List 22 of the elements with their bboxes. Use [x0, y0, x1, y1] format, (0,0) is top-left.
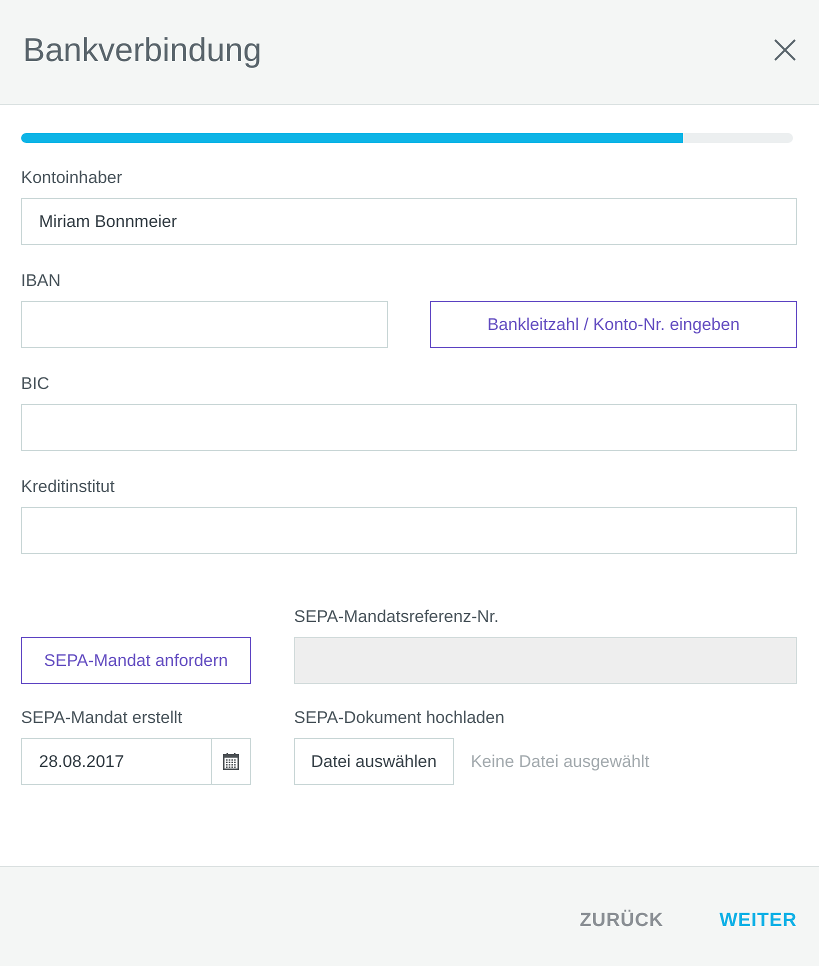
field-label: SEPA-Mandatsreferenz-Nr. [294, 606, 500, 628]
choose-file-button[interactable]: Datei auswählen [294, 738, 454, 785]
calendar-icon [223, 753, 239, 770]
input-field[interactable] [21, 507, 797, 554]
input-field[interactable] [21, 404, 797, 451]
field-label: SEPA-Dokument hochladen [294, 707, 506, 729]
field-label: BIC [21, 373, 50, 395]
input-field[interactable] [21, 301, 388, 348]
input-field[interactable]: Miriam Bonnmeier [21, 198, 797, 245]
field-label: SEPA-Mandat erstellt [21, 707, 184, 729]
bank-code-button[interactable]: Bankleitzahl / Konto-Nr. eingeben [430, 301, 797, 348]
calendar-button[interactable] [212, 738, 251, 785]
back-button[interactable]: ZURÜCK [580, 910, 664, 932]
field-label: IBAN [21, 270, 62, 292]
close-icon [774, 39, 796, 61]
request-mandate-button[interactable]: SEPA-Mandat anfordern [21, 637, 251, 684]
field-label: Kreditinstitut [21, 476, 116, 498]
file-status-text: Keine Datei ausgewählt [470, 752, 650, 772]
close-button[interactable] [774, 39, 796, 61]
date-input[interactable]: 28.08.2017 [21, 738, 212, 785]
dialog-title: Bankverbindung [23, 30, 262, 70]
field-label: Kontoinhaber [21, 167, 124, 189]
